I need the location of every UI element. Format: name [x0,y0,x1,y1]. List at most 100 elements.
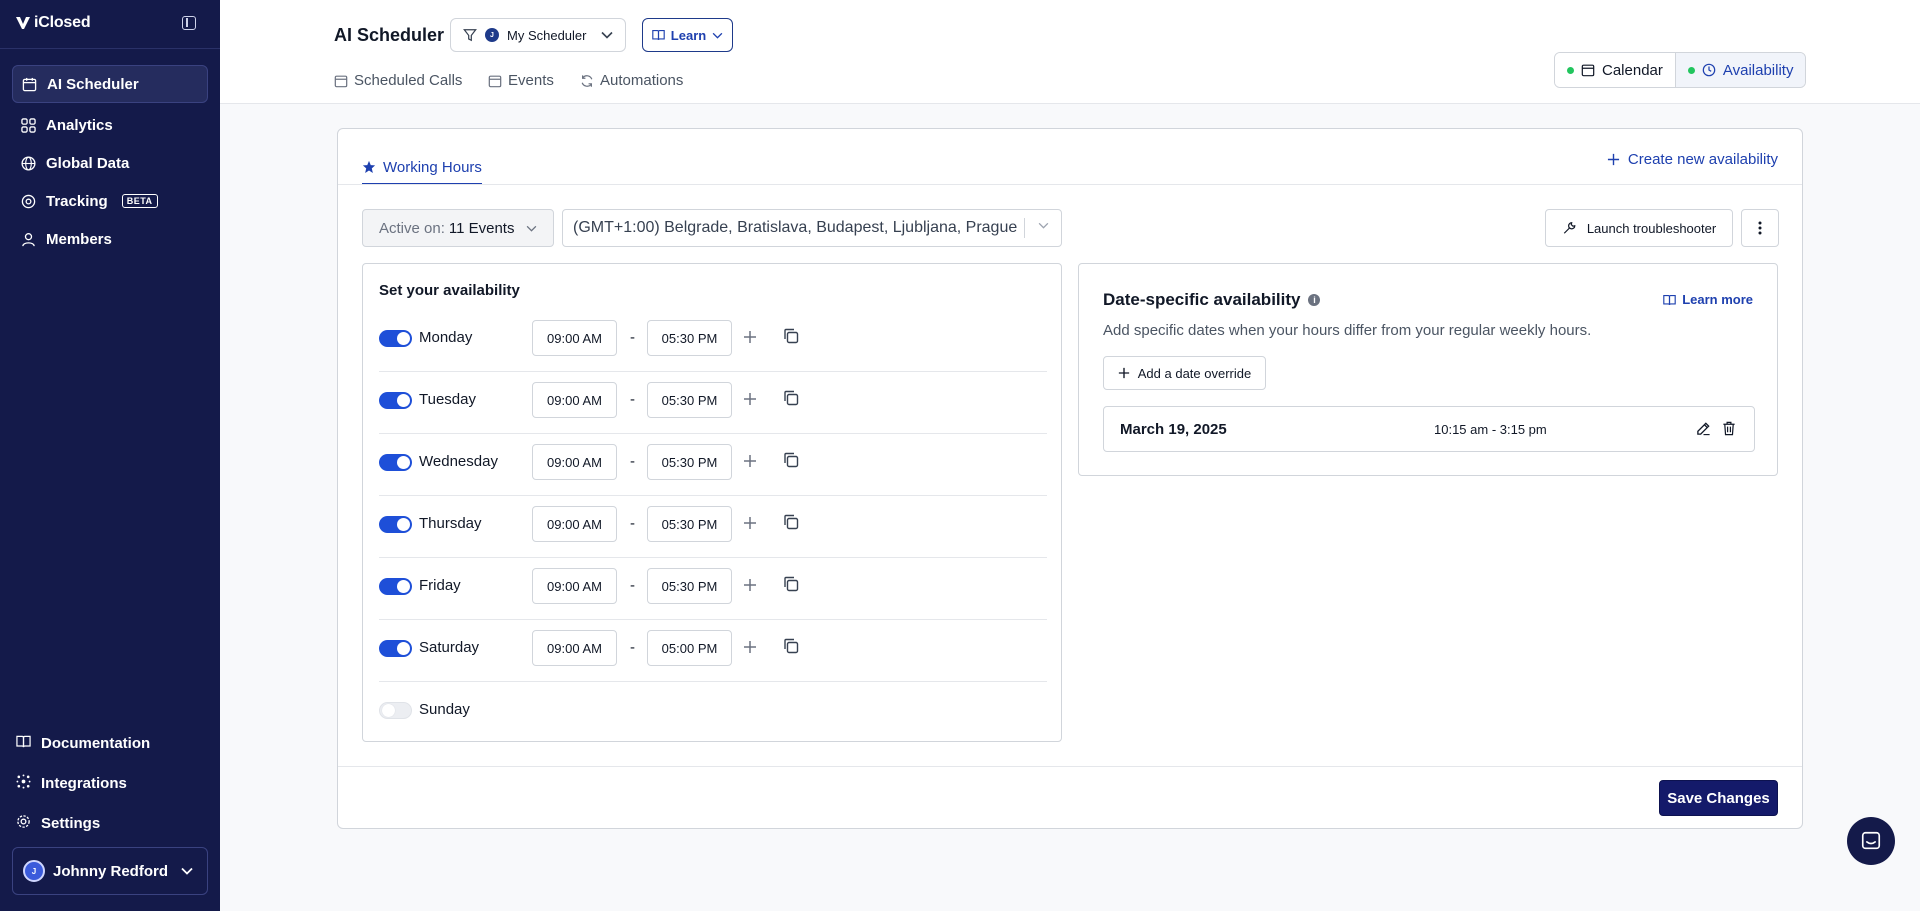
tab-events[interactable]: Events [488,72,554,89]
copy-icon[interactable] [783,390,799,406]
sidebar-item-documentation[interactable]: Documentation [12,728,208,758]
globe-icon [20,155,36,171]
tab-label: Scheduled Calls [354,72,463,89]
end-time-input[interactable]: 05:30 PM [647,382,732,418]
start-time-input[interactable]: 09:00 AM [532,444,617,480]
availability-title: Set your availability [379,282,520,299]
sidebar-item-settings[interactable]: Settings [12,808,208,838]
weekly-availability-panel: Set your availability Monday 09:00 AM -05:… [362,263,1062,742]
day-toggle[interactable] [379,392,412,409]
add-interval-icon[interactable] [743,640,757,654]
sidebar-item-global-data[interactable]: Global Data [12,144,208,182]
user-menu[interactable]: J Johnny Redford [12,847,208,895]
beta-badge: BETA [121,194,158,208]
day-row-wednesday: Wednesday 09:00 AM -05:30 PM [379,434,1047,496]
working-hours-card: Working Hours Create new availability Ac… [337,128,1803,829]
start-time-input[interactable]: 09:00 AM [532,320,617,356]
day-toggle[interactable] [379,330,412,347]
start-time-input[interactable]: 09:00 AM [532,630,617,666]
day-toggle[interactable] [379,454,412,471]
tab-scheduled-calls[interactable]: Scheduled Calls [334,72,462,89]
timezone-select[interactable]: (GMT+1:00) Belgrade, Bratislava, Budapes… [562,209,1062,247]
end-time-input[interactable]: 05:00 PM [647,630,732,666]
day-row-tuesday: Tuesday 09:00 AM -05:30 PM [379,372,1047,434]
day-toggle[interactable] [379,640,412,657]
day-label: Friday [419,577,461,594]
day-toggle[interactable] [379,578,412,595]
calendar-icon [488,75,502,87]
learn-more-link[interactable]: Learn more [1663,292,1753,307]
scheduler-filter-button[interactable]: J My Scheduler [450,18,626,52]
user-name: Johnny Redford [53,862,168,880]
calendar-icon [334,75,348,87]
copy-icon[interactable] [783,514,799,530]
timezone-value: (GMT+1:00) Belgrade, Bratislava, Budapes… [573,219,1018,236]
target-icon [20,193,36,209]
book-icon [1663,294,1676,305]
tab-automations[interactable]: Automations [580,72,683,89]
day-toggle[interactable] [379,516,412,533]
time-separator: - [630,453,635,470]
date-specific-title-text: Date-specific availability [1103,290,1301,309]
tab-working-hours[interactable]: Working Hours [362,151,482,185]
info-icon[interactable]: i [1308,294,1321,306]
day-toggle[interactable] [379,702,412,719]
copy-icon[interactable] [783,452,799,468]
learn-button[interactable]: Learn [642,18,733,52]
chevron-down-icon [601,31,613,39]
view-calendar-button[interactable]: Calendar [1555,53,1675,87]
sidebar-item-tracking[interactable]: Tracking BETA [12,182,208,220]
trash-icon[interactable] [1722,421,1736,436]
end-time-input[interactable]: 05:30 PM [647,444,732,480]
chevron-down-icon [526,225,537,232]
kebab-menu-icon [1758,221,1762,235]
day-label: Monday [419,329,473,346]
end-time-input[interactable]: 05:30 PM [647,320,732,356]
day-row-sunday: Sunday [379,682,1047,744]
view-availability-button[interactable]: Availability [1674,53,1806,87]
sidebar-bottom-label: Documentation [41,734,151,752]
active-on-select[interactable]: Active on: 11 Events [362,209,554,247]
copy-icon[interactable] [783,328,799,344]
scheduler-label: My Scheduler [507,27,587,43]
date-specific-subtitle: Add specific dates when your hours diffe… [1103,322,1592,339]
save-changes-button[interactable]: Save Changes [1659,780,1778,816]
collapse-sidebar-icon[interactable] [182,16,196,30]
start-time-input[interactable]: 09:00 AM [532,382,617,418]
book-icon [652,29,665,40]
add-interval-icon[interactable] [743,330,757,344]
launch-troubleshooter-button[interactable]: Launch troubleshooter [1545,209,1733,247]
sidebar-item-ai-scheduler[interactable]: AI Scheduler [12,65,208,103]
end-time-input[interactable]: 05:30 PM [647,506,732,542]
divider [338,184,1802,185]
start-time-input[interactable]: 09:00 AM [532,568,617,604]
gear-icon [16,814,31,833]
add-interval-icon[interactable] [743,392,757,406]
copy-icon[interactable] [783,638,799,654]
add-interval-icon[interactable] [743,454,757,468]
copy-icon[interactable] [783,576,799,592]
sidebar-item-analytics[interactable]: Analytics [12,106,208,144]
start-time-input[interactable]: 09:00 AM [532,506,617,542]
add-date-override-button[interactable]: Add a date override [1103,356,1266,390]
sidebar-item-members[interactable]: Members [12,220,208,258]
chevron-down-icon [712,32,723,39]
active-on-value: 11 Events [448,219,515,237]
create-label: Create new availability [1627,151,1778,168]
day-row-thursday: Thursday 09:00 AM -05:30 PM [379,496,1047,558]
add-interval-icon[interactable] [743,578,757,592]
create-new-availability-button[interactable]: Create new availability [1607,151,1778,168]
app-logo[interactable]: iClosed [16,14,91,32]
end-time-input[interactable]: 05:30 PM [647,568,732,604]
sidebar-item-integrations[interactable]: Integrations [12,768,208,798]
select-separator [1024,218,1025,238]
troubleshooter-label: Launch troubleshooter [1586,220,1717,236]
chat-support-button[interactable] [1847,817,1895,865]
page-title: AI Scheduler [334,25,445,45]
chevron-down-icon [181,867,193,875]
edit-icon[interactable] [1696,421,1711,436]
add-interval-icon[interactable] [743,516,757,530]
more-options-button[interactable] [1741,209,1779,247]
calendar-icon [1581,64,1595,77]
plus-icon [1118,367,1129,379]
